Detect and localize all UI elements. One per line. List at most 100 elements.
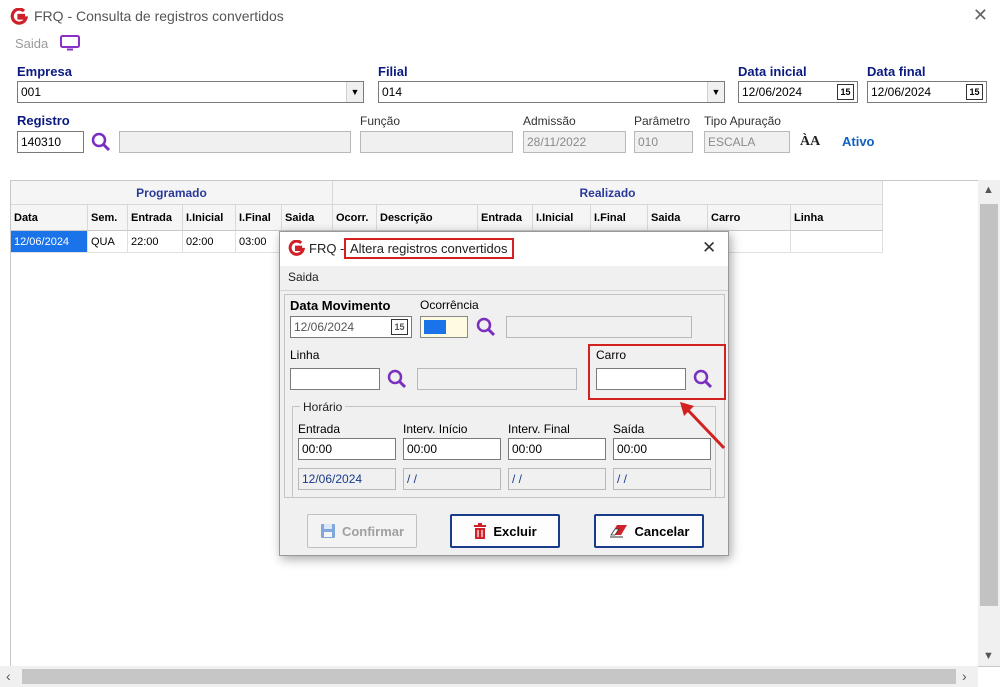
chevron-down-icon[interactable]: ▼ xyxy=(707,82,724,102)
scroll-thumb[interactable] xyxy=(980,204,998,606)
registro-name-field xyxy=(119,131,351,153)
registro-label: Registro xyxy=(17,113,70,128)
table-cell-entrada[interactable]: 22:00 xyxy=(128,231,183,253)
tipo-apuracao-value: ESCALA xyxy=(708,135,756,149)
scroll-up-icon[interactable]: ▲ xyxy=(983,184,994,196)
data-inicial-field[interactable]: 12/06/2024 15 xyxy=(738,81,858,103)
interv-final-time-value: 00:00 xyxy=(512,442,543,456)
interv-final-time-field[interactable]: 00:00 xyxy=(508,438,606,460)
column-header[interactable]: Linha xyxy=(791,205,883,231)
saida-time-value: 00:00 xyxy=(617,442,648,456)
confirmar-label: Confirmar xyxy=(341,523,405,539)
admissao-label: Admissão xyxy=(523,114,576,128)
scroll-right-icon[interactable]: › xyxy=(962,668,967,684)
column-header[interactable]: Sem. xyxy=(88,205,128,231)
column-header[interactable]: Data xyxy=(11,205,88,231)
eraser-icon xyxy=(609,525,627,538)
save-icon xyxy=(320,524,335,538)
interv-inicio-date-value: / / xyxy=(407,472,418,486)
table-cell-linha[interactable] xyxy=(791,231,883,253)
interv-final-date-field: / / xyxy=(508,468,606,490)
table-cell-i-inicial[interactable]: 02:00 xyxy=(183,231,236,253)
dialog-close-button[interactable]: ✕ xyxy=(702,238,716,258)
empresa-select[interactable]: 001 ▼ xyxy=(17,81,364,103)
confirmar-button[interactable]: Confirmar xyxy=(307,514,417,548)
table-cell-data[interactable]: 12/06/2024 xyxy=(11,231,88,253)
parametro-value: 010 xyxy=(638,135,659,149)
window-titlebar: FRQ - Consulta de registros convertidos … xyxy=(0,0,1002,32)
column-header[interactable]: Saida xyxy=(648,205,708,231)
registro-field[interactable]: 140310 xyxy=(17,131,84,153)
interv-final-date-value: / / xyxy=(512,472,523,486)
column-header[interactable]: I.Inicial xyxy=(533,205,591,231)
column-header[interactable]: Entrada xyxy=(478,205,533,231)
scroll-down-icon[interactable]: ▼ xyxy=(983,650,994,662)
interv-inicio-time-field[interactable]: 00:00 xyxy=(403,438,501,460)
data-final-value: 12/06/2024 xyxy=(871,85,932,99)
column-header[interactable]: Saida xyxy=(282,205,333,231)
column-header[interactable]: Entrada xyxy=(128,205,183,231)
ocorrencia-field[interactable] xyxy=(420,316,468,338)
data-inicial-label: Data inicial xyxy=(738,64,807,79)
divider xyxy=(280,290,728,291)
data-final-label: Data final xyxy=(867,64,926,79)
registro-value: 140310 xyxy=(21,135,62,149)
horizontal-scrollbar[interactable]: ‹ › xyxy=(0,666,978,687)
annotation-arrow-icon xyxy=(680,402,726,450)
funcao-field xyxy=(360,131,513,153)
table-cell-sem[interactable]: QUA xyxy=(88,231,128,253)
group-realizado: Realizado xyxy=(333,181,883,205)
saida-label: Saída xyxy=(613,422,645,436)
entrada-label: Entrada xyxy=(298,422,341,436)
font-size-icon[interactable]: ÀA xyxy=(800,134,820,150)
column-header[interactable]: I.Final xyxy=(591,205,648,231)
filial-select[interactable]: 014 ▼ xyxy=(378,81,725,103)
excluir-button[interactable]: Excluir xyxy=(450,514,560,548)
horario-label: Horário xyxy=(300,400,346,414)
table-cell-i-final[interactable]: 03:00 xyxy=(236,231,282,253)
scroll-thumb[interactable] xyxy=(22,669,956,684)
search-icon[interactable] xyxy=(386,368,408,390)
data-movimento-field[interactable]: 12/06/2024 15 xyxy=(290,316,412,338)
window-close-button[interactable]: ✕ xyxy=(973,5,988,26)
column-header[interactable]: Carro xyxy=(708,205,791,231)
scroll-left-icon[interactable]: ‹ xyxy=(6,668,11,684)
cancelar-label: Cancelar xyxy=(634,523,690,539)
chevron-down-icon[interactable]: ▼ xyxy=(346,82,363,102)
ocorrencia-selection xyxy=(424,320,446,334)
cancelar-button[interactable]: Cancelar xyxy=(594,514,704,548)
linha-field[interactable] xyxy=(290,368,380,390)
search-icon[interactable] xyxy=(90,131,112,153)
funcao-label: Função xyxy=(360,114,401,128)
column-header[interactable]: Ocorr. xyxy=(333,205,377,231)
monitor-icon[interactable] xyxy=(60,35,80,51)
tipo-apuracao-field: ESCALA xyxy=(704,131,790,153)
entrada-time-field[interactable]: 00:00 xyxy=(298,438,396,460)
column-header[interactable]: I.Final xyxy=(236,205,282,231)
column-header[interactable]: Descrição xyxy=(377,205,478,231)
calendar-icon[interactable]: 15 xyxy=(966,84,983,100)
search-icon[interactable] xyxy=(475,316,497,338)
vertical-scrollbar[interactable]: ▲ ▼ xyxy=(978,180,1000,666)
edit-dialog: FRQ - Altera registros convertidos ✕ Sai… xyxy=(279,231,729,556)
column-header[interactable]: I.Inicial xyxy=(183,205,236,231)
menu-saida[interactable]: Saida xyxy=(15,36,48,51)
interv-inicio-label: Interv. Início xyxy=(403,422,468,436)
trash-icon xyxy=(474,523,487,539)
calendar-icon[interactable]: 15 xyxy=(391,319,408,335)
dialog-title-prefix: FRQ - xyxy=(309,241,345,256)
dialog-menu-saida[interactable]: Saida xyxy=(288,270,319,284)
admissao-value: 28/11/2022 xyxy=(527,135,587,149)
parametro-label: Parâmetro xyxy=(634,114,691,128)
group-programado: Programado xyxy=(11,181,333,205)
menubar: Saida xyxy=(0,32,1002,58)
data-movimento-label: Data Movimento xyxy=(290,298,391,313)
app-logo-icon xyxy=(10,8,28,25)
filial-value: 014 xyxy=(382,85,403,99)
calendar-icon[interactable]: 15 xyxy=(837,84,854,100)
app-logo-icon xyxy=(288,240,305,256)
entrada-time-value: 00:00 xyxy=(302,442,333,456)
admissao-field: 28/11/2022 xyxy=(523,131,626,153)
data-final-field[interactable]: 12/06/2024 15 xyxy=(867,81,987,103)
filial-label: Filial xyxy=(378,64,408,79)
